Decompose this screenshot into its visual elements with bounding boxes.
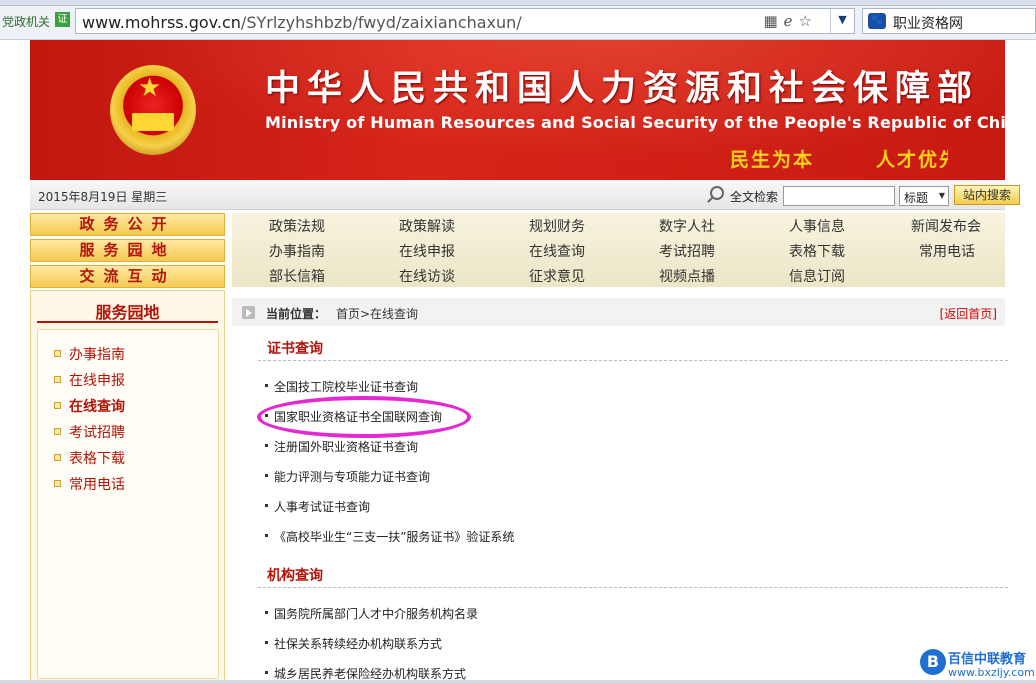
breadcrumb-path[interactable]: 首页>在线查询 (336, 305, 418, 322)
current-date: 2015年8月19日 星期三 (38, 190, 168, 204)
breadcrumb: 当前位置： 首页>在线查询 [返回首页] (232, 298, 1005, 326)
keyword-input[interactable] (783, 186, 895, 206)
tab-interaction[interactable]: 交流互动 (30, 265, 225, 288)
favorite-star-icon: ☆ (798, 12, 818, 30)
services-side-panel: 服务园地 办事指南 在线申报 在线查询 考试招聘 表格下载 常用电话 (30, 290, 225, 683)
menu-planning-finance[interactable]: 规划财务 (529, 216, 585, 236)
url-text: www.mohrss.gov.cn/SYrlzyhshbzb/fwyd/zaix… (82, 13, 522, 32)
menu-press-conference[interactable]: 新闻发布会 (911, 216, 981, 236)
search-box-text: 职业资格网 (893, 16, 963, 32)
watermark-logo-icon: B (920, 649, 946, 675)
menu-video[interactable]: 视频点播 (659, 266, 715, 286)
chevron-down-icon: ▼ (938, 191, 945, 200)
fulltext-search-label: 全文检索 (730, 190, 779, 204)
certificate-icon[interactable]: 证 (55, 12, 70, 27)
search-engine-icon[interactable]: 🐾 (868, 13, 886, 29)
ministry-title-cn: 中华人民共和国人力资源和社会保障部 (265, 69, 980, 109)
url-action-icons[interactable]: ▦ℯ☆ (763, 12, 818, 30)
arrow-right-icon (242, 306, 255, 319)
link-ability-cert[interactable]: 能力评测与专项能力证书查询 (265, 468, 430, 485)
side-item-form-download[interactable]: 表格下载 (54, 446, 125, 472)
info-bar: 2015年8月19日 星期三 全文检索 标题 ▼ 站内搜索 (30, 180, 1020, 210)
section-title-institutions: 机构查询 (267, 568, 323, 584)
bullet-icon (54, 375, 61, 383)
side-item-online-query[interactable]: 在线查询 (54, 394, 125, 420)
tab-services[interactable]: 服务园地 (30, 239, 225, 262)
url-dropdown-button[interactable]: ▼ (830, 9, 854, 33)
bullet-icon (54, 349, 61, 357)
link-social-security-transfer[interactable]: 社保关系转续经办机构联系方式 (265, 635, 442, 652)
left-category-tabs: 政务公开 服务园地 交流互动 (30, 213, 225, 291)
bullet-icon (54, 479, 61, 487)
link-talent-agency-list[interactable]: 国务院所属部门人才中介服务机构名录 (265, 605, 478, 622)
breadcrumb-label: 当前位置： (266, 307, 327, 321)
watermark-name: 百信中联教育 (948, 652, 1027, 667)
menu-form-download[interactable]: 表格下载 (789, 241, 845, 261)
security-zone-label: 党政机关 (2, 15, 51, 29)
tab-government-affairs[interactable]: 政务公开 (30, 213, 225, 236)
browser-address-bar: 党政机关 证 www.mohrss.gov.cn/SYrlzyhshbzb/fw… (0, 0, 1036, 40)
menu-solicit-opinions[interactable]: 征求意见 (529, 266, 585, 286)
site-search-button[interactable]: 站内搜索 (954, 185, 1020, 205)
bullet-icon (54, 427, 61, 435)
browser-search-box[interactable]: 🐾 职业资格网 (862, 8, 1036, 34)
bullet-icon (54, 453, 61, 461)
menu-personnel-info[interactable]: 人事信息 (789, 216, 845, 236)
top-menu: 政策法规 政策解读 规划财务 数字人社 人事信息 新闻发布会 办事指南 在线申报… (232, 213, 1005, 287)
menu-subscribe[interactable]: 信息订阅 (789, 266, 845, 286)
menu-online-query[interactable]: 在线查询 (529, 241, 585, 261)
back-home-link[interactable]: [返回首页] (940, 305, 997, 322)
url-input[interactable]: www.mohrss.gov.cn/SYrlzyhshbzb/fwyd/zaix… (75, 8, 855, 34)
menu-digital[interactable]: 数字人社 (659, 216, 715, 236)
watermark-url: www.bxzljy.com (948, 666, 1035, 679)
search-icon (710, 186, 724, 200)
link-foreign-cert[interactable]: 注册国外职业资格证书查询 (265, 438, 418, 455)
national-emblem-icon: ★ (110, 65, 196, 155)
slogan-right: 人才优先 (876, 149, 948, 171)
link-sanzhiyifu-cert[interactable]: 《高校毕业生“三支一扶”服务证书》验证系统 (265, 528, 514, 545)
menu-online-interview[interactable]: 在线访谈 (399, 266, 455, 286)
menu-policy[interactable]: 政策法规 (269, 216, 325, 236)
ministry-title-en: Ministry of Human Resources and Social S… (265, 113, 1005, 132)
side-item-guide[interactable]: 办事指南 (54, 342, 125, 368)
slogan-left: 民生为本 (730, 149, 815, 171)
side-item-online-apply[interactable]: 在线申报 (54, 368, 125, 394)
menu-policy-interpret[interactable]: 政策解读 (399, 216, 455, 236)
watermark: B 百信中联教育 www.bxzljy.com (918, 645, 1036, 683)
link-personnel-exam-cert[interactable]: 人事考试证书查询 (265, 498, 370, 515)
section-title-certificates: 证书查询 (267, 341, 323, 357)
menu-exam-recruit[interactable]: 考试招聘 (659, 241, 715, 261)
menu-guide[interactable]: 办事指南 (269, 241, 325, 261)
side-menu-box: 办事指南 在线申报 在线查询 考试招聘 表格下载 常用电话 (37, 329, 219, 679)
link-technical-school-cert[interactable]: 全国技工院校毕业证书查询 (265, 378, 418, 395)
side-item-phones[interactable]: 常用电话 (54, 472, 125, 498)
site-banner: ★ 中华人民共和国人力资源和社会保障部 Ministry of Human Re… (30, 40, 1005, 180)
compat-view-icon: ℯ (783, 12, 799, 30)
side-panel-title: 服务园地 (95, 303, 160, 322)
search-scope-select[interactable]: 标题 ▼ (899, 186, 949, 206)
link-vocational-cert-query[interactable]: 国家职业资格证书全国联网查询 (265, 408, 442, 425)
browser-tabstrip (0, 0, 1036, 6)
side-menu: 办事指南 在线申报 在线查询 考试招聘 表格下载 常用电话 (54, 342, 125, 498)
qr-code-icon: ▦ (763, 12, 784, 30)
menu-minister-mailbox[interactable]: 部长信箱 (269, 266, 325, 286)
side-item-exam-recruit[interactable]: 考试招聘 (54, 420, 125, 446)
menu-phones[interactable]: 常用电话 (919, 241, 975, 261)
menu-online-apply[interactable]: 在线申报 (399, 241, 455, 261)
bullet-icon (54, 401, 61, 409)
